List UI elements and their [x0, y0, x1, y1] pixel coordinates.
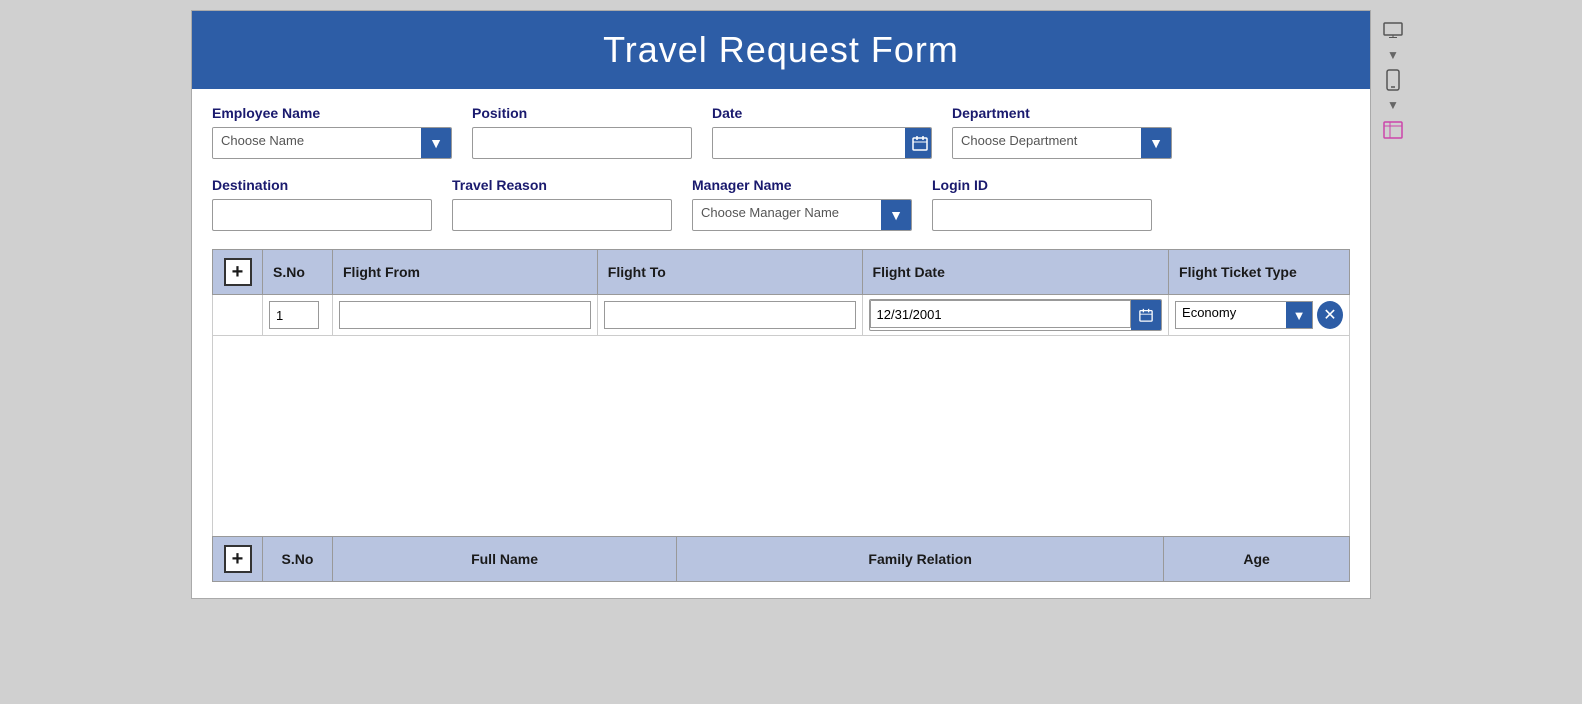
department-group: Department Choose Department ▼ — [952, 105, 1172, 159]
family-table: + S.No Full Name Family Relation Age — [212, 536, 1350, 582]
calendar-icon — [912, 135, 928, 151]
manager-name-group: Manager Name Choose Manager Name ▼ — [692, 177, 912, 231]
form-title: Travel Request Form — [192, 11, 1370, 89]
chevron-down-icon-1[interactable]: ▼ — [1387, 48, 1399, 62]
flight-date-calendar-btn[interactable] — [1131, 300, 1161, 330]
table-row: Economy ▼ ✕ — [213, 295, 1350, 336]
destination-group: Destination — [212, 177, 432, 231]
date-field[interactable]: 12/31/2001 — [712, 127, 932, 159]
family-fullname-header: Full Name — [333, 537, 677, 582]
delete-flight-row-btn[interactable]: ✕ — [1317, 301, 1343, 329]
employee-name-dropdown[interactable]: Choose Name ▼ — [212, 127, 452, 159]
manager-name-value[interactable]: Choose Manager Name — [693, 200, 881, 230]
family-add-col: + — [213, 537, 263, 582]
sidebar-controls: ▼ ▼ — [1375, 10, 1411, 150]
flight-date-input[interactable] — [870, 300, 1132, 328]
manager-name-dropdown-btn[interactable]: ▼ — [881, 200, 911, 230]
department-value[interactable]: Choose Department — [953, 128, 1141, 158]
ticket-type-dropdown-btn[interactable]: ▼ — [1286, 302, 1312, 328]
grid-svg — [1383, 121, 1403, 139]
position-input[interactable] — [472, 127, 692, 159]
travel-reason-label: Travel Reason — [452, 177, 672, 193]
manager-name-dropdown[interactable]: Choose Manager Name ▼ — [692, 199, 912, 231]
flight-table: + S.No Flight From Flight To Flight Date… — [212, 249, 1350, 336]
flight-date-header: Flight Date — [862, 250, 1169, 295]
grid-icon[interactable] — [1381, 118, 1405, 142]
manager-name-label: Manager Name — [692, 177, 912, 193]
flight-date-wrapper[interactable] — [869, 299, 1163, 331]
travel-reason-input[interactable] — [452, 199, 672, 231]
department-dropdown[interactable]: Choose Department ▼ — [952, 127, 1172, 159]
flight-sno-cell — [263, 295, 333, 336]
monitor-svg — [1383, 22, 1403, 38]
flight-table-header: + S.No Flight From Flight To Flight Date… — [213, 250, 1350, 295]
ticket-type-dropdown[interactable]: Economy ▼ — [1175, 301, 1313, 329]
flight-ticket-type-cell: Economy ▼ ✕ — [1169, 295, 1350, 336]
flight-table-add-col: + — [213, 250, 263, 295]
flight-date-cell — [862, 295, 1169, 336]
flight-to-cell — [597, 295, 862, 336]
flight-from-input[interactable] — [339, 301, 591, 329]
position-group: Position — [472, 105, 692, 159]
flight-to-input[interactable] — [604, 301, 856, 329]
employee-name-label: Employee Name — [212, 105, 452, 121]
family-sno-header: S.No — [263, 537, 333, 582]
employee-name-value[interactable]: Choose Name — [213, 128, 421, 158]
destination-input[interactable] — [212, 199, 432, 231]
login-id-group: Login ID — [932, 177, 1152, 231]
phone-icon[interactable] — [1381, 68, 1405, 92]
travel-reason-group: Travel Reason — [452, 177, 672, 231]
flight-sno-header: S.No — [263, 250, 333, 295]
flight-calendar-icon — [1139, 308, 1153, 322]
employee-name-group: Employee Name Choose Name ▼ — [212, 105, 452, 159]
date-label: Date — [712, 105, 932, 121]
employee-name-dropdown-btn[interactable]: ▼ — [421, 128, 451, 158]
login-id-input[interactable] — [932, 199, 1152, 231]
family-table-header: + S.No Full Name Family Relation Age — [213, 537, 1350, 582]
phone-svg — [1386, 69, 1400, 91]
ticket-type-wrapper: Economy ▼ ✕ — [1175, 301, 1343, 329]
chevron-down-icon-2[interactable]: ▼ — [1387, 98, 1399, 112]
monitor-icon[interactable] — [1381, 18, 1405, 42]
flight-sno-input[interactable] — [269, 301, 319, 329]
login-id-label: Login ID — [932, 177, 1152, 193]
date-group: Date 12/31/2001 — [712, 105, 932, 159]
flight-to-header: Flight To — [597, 250, 862, 295]
add-flight-row-btn[interactable]: + — [224, 258, 252, 286]
flight-from-cell — [333, 295, 598, 336]
flight-row-spacer — [213, 295, 263, 336]
destination-label: Destination — [212, 177, 432, 193]
flight-ticket-type-header: Flight Ticket Type — [1169, 250, 1350, 295]
department-label: Department — [952, 105, 1172, 121]
ticket-type-value[interactable]: Economy — [1176, 302, 1286, 328]
add-family-row-btn[interactable]: + — [224, 545, 252, 573]
date-input[interactable]: 12/31/2001 — [713, 128, 905, 158]
date-calendar-btn[interactable] — [905, 128, 932, 158]
family-age-header: Age — [1164, 537, 1350, 582]
family-relation-header: Family Relation — [677, 537, 1164, 582]
flight-table-empty-area — [212, 336, 1350, 536]
position-label: Position — [472, 105, 692, 121]
flight-from-header: Flight From — [333, 250, 598, 295]
department-dropdown-btn[interactable]: ▼ — [1141, 128, 1171, 158]
